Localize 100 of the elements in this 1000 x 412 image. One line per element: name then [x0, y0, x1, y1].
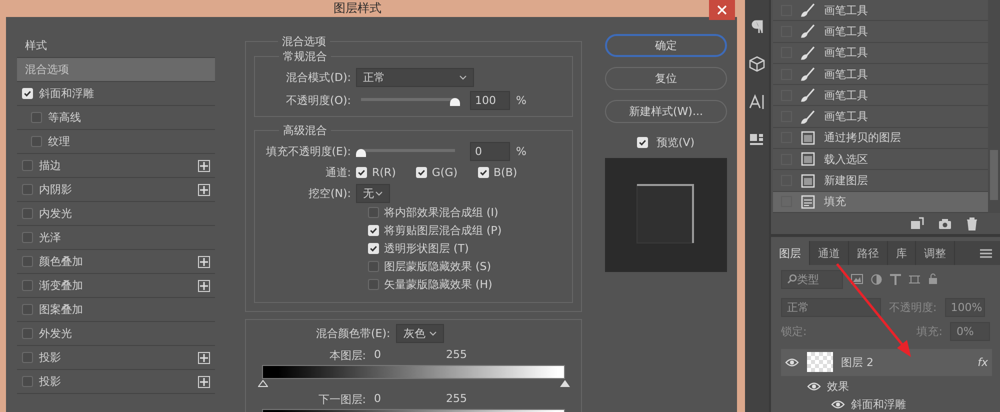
checkbox[interactable]	[31, 112, 42, 123]
fill-opacity-field[interactable]: 0	[470, 142, 510, 161]
caret-icon	[459, 75, 467, 80]
checkbox[interactable]	[22, 256, 33, 267]
add-button[interactable]	[198, 352, 210, 364]
effects-label: 效果	[827, 379, 849, 394]
blend-if-dropdown[interactable]: 灰色	[396, 324, 444, 343]
document-icon	[801, 174, 815, 188]
checkbox[interactable]	[368, 279, 379, 290]
fill-field[interactable]: 0%	[950, 322, 990, 341]
layer-name: 图层 2	[841, 354, 874, 370]
checkbox[interactable]	[22, 376, 33, 387]
eye-icon[interactable]	[785, 358, 799, 367]
checkbox[interactable]	[22, 160, 33, 171]
menu-icon[interactable]	[980, 248, 992, 258]
eye-icon[interactable]	[831, 400, 845, 409]
slider-thumb[interactable]	[450, 98, 460, 106]
checkbox-label: 图层蒙版隐藏效果 (S)	[384, 259, 492, 274]
add-button[interactable]	[198, 376, 210, 388]
history-item[interactable]: 填充	[773, 192, 988, 213]
effect-name: 斜面和浮雕	[851, 397, 906, 412]
layer-row[interactable]: 图层 2 fx	[781, 348, 992, 376]
checkbox-label: 将内部效果混合成组 (I)	[384, 205, 498, 220]
glyph-icon[interactable]	[749, 132, 765, 146]
transform-icon[interactable]	[909, 274, 920, 285]
search-icon	[787, 274, 797, 284]
caret-icon	[375, 191, 383, 196]
checkbox[interactable]	[22, 232, 33, 243]
range-handle[interactable]	[258, 380, 268, 387]
lock-icon[interactable]	[928, 273, 938, 286]
list-header: 样式	[25, 38, 48, 53]
close-icon[interactable]	[717, 5, 727, 15]
unit-label: %	[516, 94, 526, 107]
checkbox-label: B(B)	[494, 166, 518, 179]
group-title: 高级混合	[282, 123, 328, 138]
paragraph-icon[interactable]	[751, 20, 763, 34]
field-label: 混合模式(D):	[285, 70, 351, 85]
add-button[interactable]	[198, 184, 210, 196]
eye-icon[interactable]	[807, 382, 821, 391]
camera-icon[interactable]	[938, 218, 952, 230]
opacity-field[interactable]: 100%	[944, 298, 985, 317]
checkbox[interactable]	[368, 207, 379, 218]
slider-thumb[interactable]	[356, 148, 366, 156]
dialog-button[interactable]: 新建样式(W)...	[605, 100, 727, 123]
new-document-icon[interactable]	[910, 217, 924, 230]
blend-dropdown[interactable]: 正常	[781, 298, 881, 317]
filter-dropdown[interactable]: 类型	[781, 270, 843, 289]
document-icon	[801, 130, 815, 145]
fx-label: fx	[978, 356, 988, 369]
range-value: 255	[446, 392, 468, 407]
checkbox[interactable]	[22, 208, 33, 219]
field-label: 混合颜色带(E):	[316, 326, 390, 341]
checkbox-label: 矢量蒙版隐藏效果 (H)	[384, 277, 492, 292]
type-icon[interactable]	[749, 94, 765, 110]
caret-icon	[429, 331, 438, 336]
checkbox[interactable]	[22, 328, 33, 339]
blend-mode-dropdown[interactable]: 正常	[356, 68, 474, 87]
field-label: 本图层:	[328, 348, 366, 363]
document-icon	[801, 152, 815, 166]
field-label: 不透明度(O):	[285, 93, 351, 108]
range-handle[interactable]	[560, 380, 570, 387]
checkbox-label: 将剪贴图层混合成组 (P)	[384, 223, 502, 238]
type-icon[interactable]	[890, 274, 901, 285]
checkbox-label: 预览(V)	[656, 135, 695, 150]
close-button[interactable]	[709, 0, 735, 20]
knockout-dropdown[interactable]: 无	[356, 184, 390, 203]
add-button[interactable]	[198, 280, 210, 292]
field-label: 通道:	[324, 165, 351, 180]
trash-icon[interactable]	[966, 216, 978, 231]
field-label: 挖空(N):	[307, 186, 351, 201]
unit-label: %	[516, 145, 526, 158]
group-title: 常规混合	[282, 49, 328, 64]
brush-icon	[801, 88, 815, 102]
add-button[interactable]	[198, 256, 210, 268]
dialog-button[interactable]: 确定	[605, 34, 727, 57]
history-item[interactable]: 画笔工具	[773, 42, 988, 64]
panel-tab[interactable]: 图层	[771, 241, 810, 265]
checkbox[interactable]	[22, 280, 33, 291]
checkbox[interactable]	[22, 352, 33, 363]
cube-icon[interactable]	[749, 56, 765, 72]
opacity-field[interactable]: 100	[470, 91, 510, 110]
add-button[interactable]	[198, 160, 210, 172]
range-value: 0	[373, 392, 382, 407]
layer-thumbnail	[807, 352, 833, 372]
checkbox[interactable]	[22, 184, 33, 195]
checkbox[interactable]	[31, 136, 42, 147]
history-item[interactable]: 载入选区	[773, 149, 988, 170]
field-label: 填充不透明度(E):	[264, 144, 351, 159]
checkbox[interactable]	[22, 304, 33, 315]
scrollbar[interactable]	[988, 0, 1000, 213]
image-icon[interactable]	[851, 274, 863, 284]
half-circle-icon[interactable]	[871, 274, 882, 285]
group-title: 混合选项	[281, 34, 327, 49]
dialog-button[interactable]: 复位	[605, 67, 727, 90]
brush-icon	[801, 46, 815, 60]
checkbox[interactable]	[368, 261, 379, 272]
brush-icon	[801, 67, 815, 82]
brush-icon	[801, 24, 815, 38]
brush-icon	[801, 3, 815, 18]
style-item[interactable]: 混合选项	[17, 58, 215, 82]
